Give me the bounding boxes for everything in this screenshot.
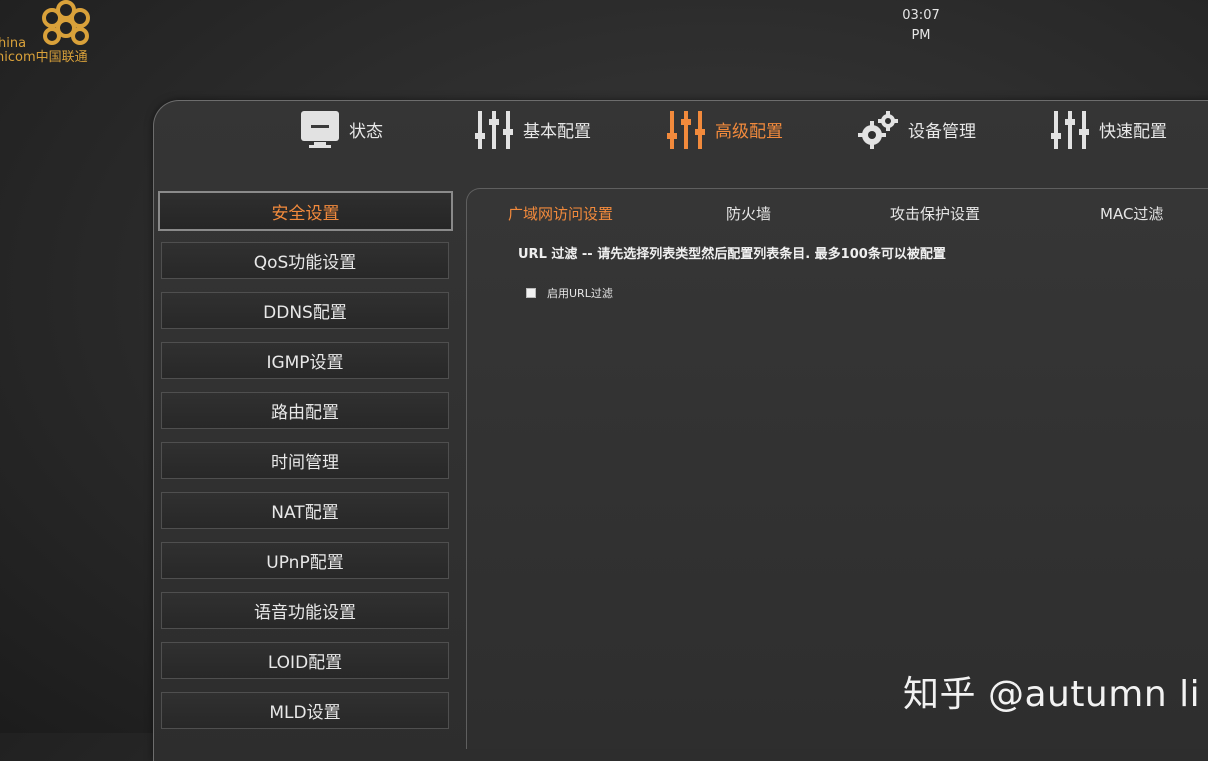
nav-status-label: 状态	[349, 122, 383, 142]
sliders-icon	[475, 110, 513, 149]
nav-basic-config[interactable]: 基本配置	[473, 107, 591, 152]
logo-text-line2: nicom中国联通	[0, 50, 88, 65]
nav-status[interactable]: 状态	[299, 107, 383, 152]
enable-url-filter-label: 启用URL过滤	[547, 287, 613, 300]
sidebar-item-voice[interactable]: 语音功能设置	[161, 592, 449, 629]
logo-text-line1: hina	[0, 36, 27, 51]
url-filter-description: URL 过滤 -- 请先选择列表类型然后配置列表条目. 最多100条可以被配置	[518, 247, 946, 262]
sliders-icon	[1051, 110, 1089, 149]
nav-quick-config-label: 快速配置	[1099, 122, 1167, 142]
china-unicom-logo: hina nicom中国联通	[0, 0, 110, 70]
sidebar-item-ddns[interactable]: DDNS配置	[161, 292, 449, 329]
tab-attack-protection[interactable]: 攻击保护设置	[890, 203, 980, 224]
sidebar-item-qos[interactable]: QoS功能设置	[161, 242, 449, 279]
sidebar-item-nat[interactable]: NAT配置	[161, 492, 449, 529]
sidebar-item-routing[interactable]: 路由配置	[161, 392, 449, 429]
watermark: 知乎 @autumn li	[903, 674, 1201, 715]
nav-basic-config-label: 基本配置	[523, 122, 591, 142]
sidebar-item-time[interactable]: 时间管理	[161, 442, 449, 479]
clock: 03:07 PM	[895, 6, 947, 46]
monitor-icon	[301, 110, 339, 148]
china-unicom-knot-icon	[42, 0, 90, 45]
nav-advanced-config[interactable]: 高级配置	[665, 107, 783, 152]
enable-url-filter-row: 启用URL过滤	[526, 285, 613, 301]
top-nav: 状态 基本配置 高级配置 设备管理 快速配置	[153, 100, 1208, 173]
clock-time: 03:07	[902, 8, 940, 23]
sidebar-item-igmp[interactable]: IGMP设置	[161, 342, 449, 379]
nav-device-management-label: 设备管理	[908, 122, 976, 142]
sliders-icon	[667, 110, 705, 149]
gears-icon	[858, 110, 898, 149]
sidebar-item-security[interactable]: 安全设置	[158, 191, 453, 231]
sidebar-item-upnp[interactable]: UPnP配置	[161, 542, 449, 579]
enable-url-filter-checkbox[interactable]	[526, 288, 536, 298]
nav-device-management[interactable]: 设备管理	[856, 107, 976, 152]
sidebar-item-mld[interactable]: MLD设置	[161, 692, 449, 729]
nav-advanced-config-label: 高级配置	[715, 122, 783, 142]
clock-ampm: PM	[911, 28, 931, 43]
nav-quick-config[interactable]: 快速配置	[1049, 107, 1167, 152]
tab-mac-filter[interactable]: MAC过滤	[1100, 203, 1163, 224]
tab-firewall[interactable]: 防火墙	[726, 203, 771, 224]
sidebar-item-loid[interactable]: LOID配置	[161, 642, 449, 679]
tab-wan-access[interactable]: 广域网访问设置	[508, 203, 613, 224]
